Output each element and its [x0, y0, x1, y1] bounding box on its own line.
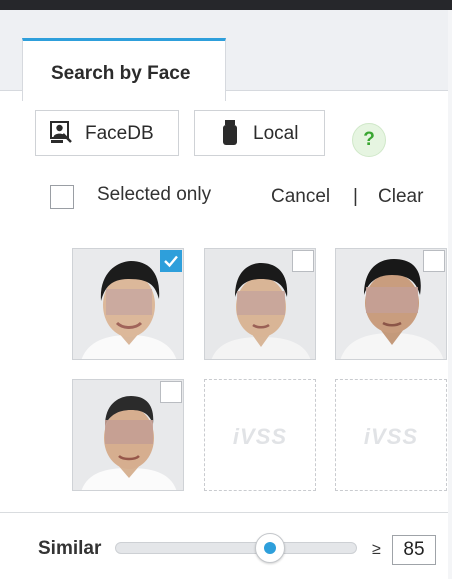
empty-face-slot: iVSS — [204, 379, 316, 491]
ivss-watermark: iVSS — [363, 424, 419, 449]
tab-label: Search by Face — [51, 63, 191, 84]
greater-equal-sign: ≥ — [372, 541, 381, 558]
checkmark-icon — [164, 255, 178, 268]
panel-edge — [448, 10, 452, 579]
question-icon[interactable]: ? — [352, 123, 386, 157]
face-card[interactable] — [72, 248, 184, 360]
person-card-icon — [50, 121, 72, 143]
separator: | — [353, 186, 358, 207]
face-select-checkbox[interactable] — [160, 381, 182, 403]
similar-label: Similar — [38, 538, 102, 559]
search-by-face-panel: Search by Face FaceDB Local ? Selected o… — [0, 0, 452, 579]
local-button[interactable]: Local — [194, 110, 325, 156]
face-select-checkbox[interactable] — [423, 250, 445, 272]
face-select-checkbox[interactable] — [160, 250, 182, 272]
empty-face-slot: iVSS — [335, 379, 447, 491]
similarity-slider-track[interactable] — [115, 542, 357, 554]
tab-strip: Search by Face — [0, 10, 452, 101]
selected-only-label: Selected only — [97, 184, 212, 205]
facedb-label: FaceDB — [85, 123, 154, 144]
ivss-watermark: iVSS — [232, 424, 288, 449]
face-card[interactable] — [335, 248, 447, 360]
top-bar — [0, 0, 452, 10]
face-card[interactable] — [72, 379, 184, 491]
divider — [0, 512, 452, 513]
face-select-checkbox[interactable] — [292, 250, 314, 272]
cancel-link[interactable]: Cancel — [271, 186, 330, 208]
facedb-button[interactable]: FaceDB — [35, 110, 179, 156]
local-label: Local — [253, 123, 299, 144]
face-card[interactable] — [204, 248, 316, 360]
clear-link[interactable]: Clear — [378, 186, 423, 208]
similarity-slider-handle[interactable] — [255, 533, 285, 563]
similarity-value-input[interactable]: 85 — [392, 535, 436, 565]
usb-drive-icon — [223, 120, 237, 145]
tab-search-by-face[interactable]: Search by Face — [22, 38, 226, 101]
selected-only-checkbox[interactable] — [50, 185, 74, 209]
